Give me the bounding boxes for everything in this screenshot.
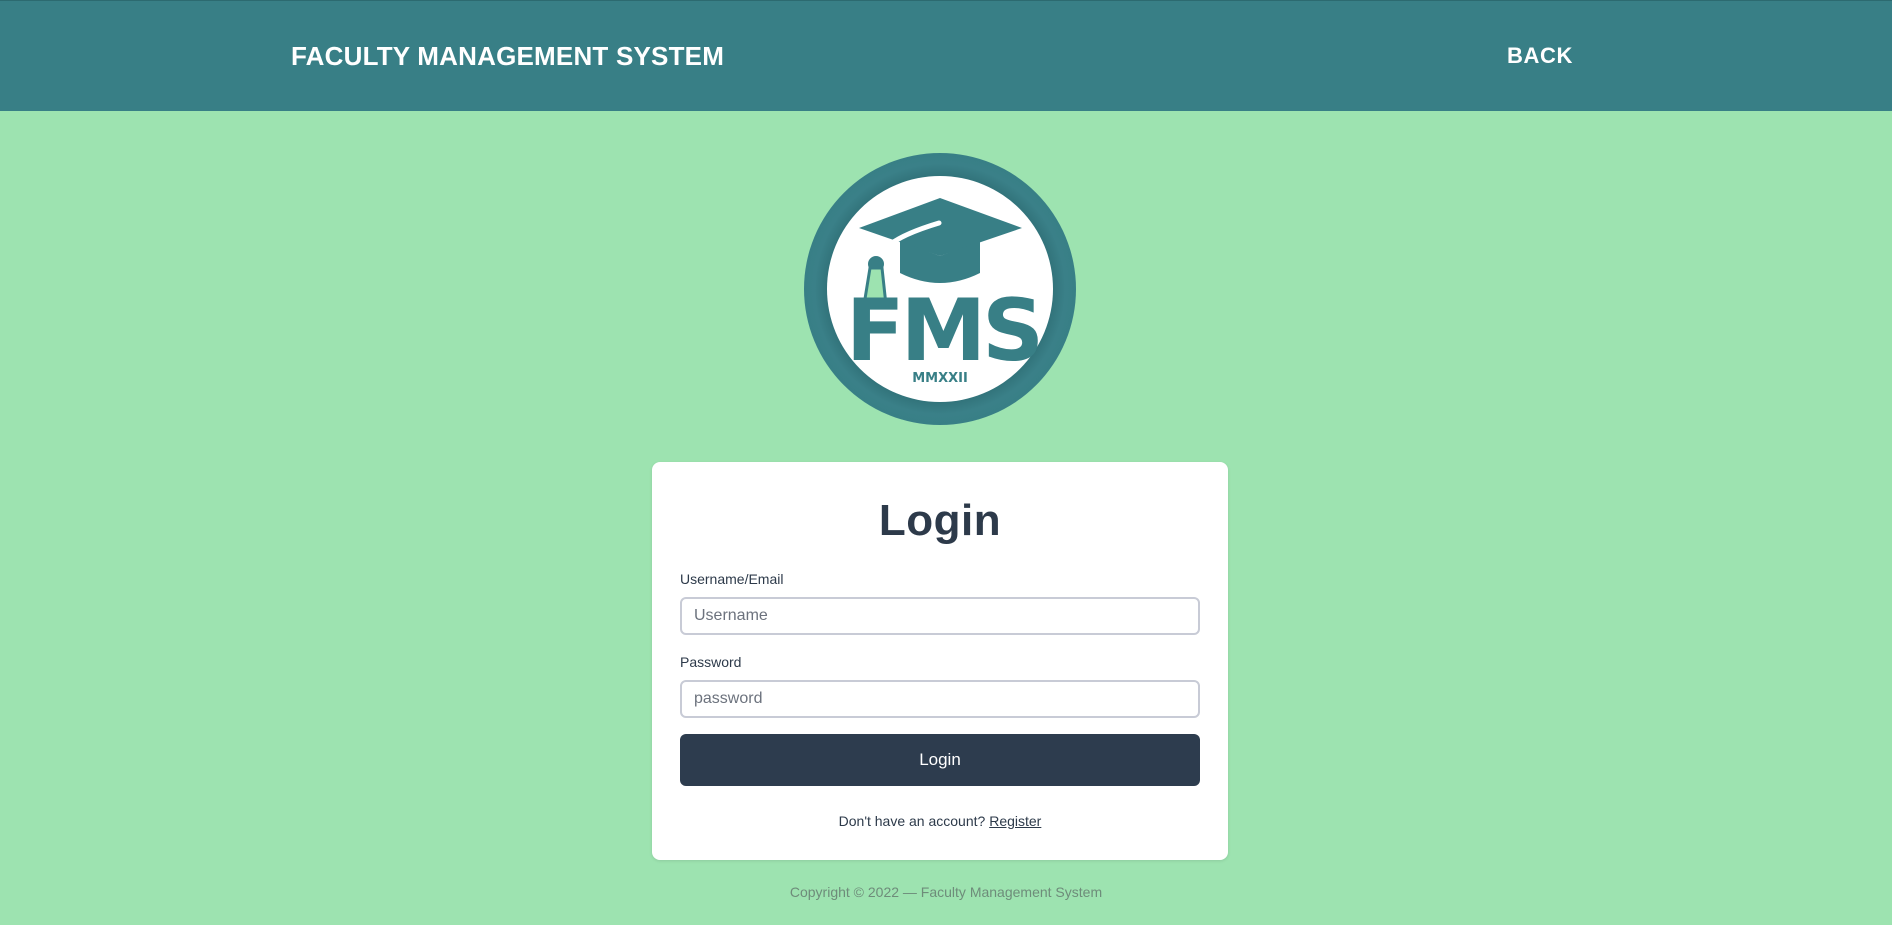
- top-navbar: FACULTY MANAGEMENT SYSTEM BACK: [0, 0, 1892, 111]
- footer-copyright: Copyright © 2022 — Faculty Management Sy…: [789, 884, 1103, 900]
- username-label: Username/Email: [680, 571, 784, 587]
- password-label: Password: [680, 654, 742, 670]
- register-prompt-text: Don't have an account?: [838, 813, 986, 829]
- username-input[interactable]: [680, 597, 1200, 635]
- register-link[interactable]: Register: [989, 813, 1041, 829]
- login-title: Login: [878, 496, 1002, 545]
- svg-text:MMXXII: MMXXII: [912, 371, 968, 386]
- register-prompt: Don't have an account? Register: [652, 813, 1228, 829]
- graduation-cap-logo-icon: FMS MMXXII: [804, 153, 1076, 425]
- svg-text:FMS: FMS: [846, 281, 1040, 381]
- password-input[interactable]: [680, 680, 1200, 718]
- login-card: Login Username/Email Password Login Don'…: [652, 462, 1228, 860]
- fms-logo: FMS MMXXII: [804, 153, 1076, 425]
- brand-title[interactable]: FACULTY MANAGEMENT SYSTEM: [291, 41, 724, 72]
- login-button[interactable]: Login: [680, 734, 1200, 786]
- back-link[interactable]: BACK: [1507, 43, 1573, 69]
